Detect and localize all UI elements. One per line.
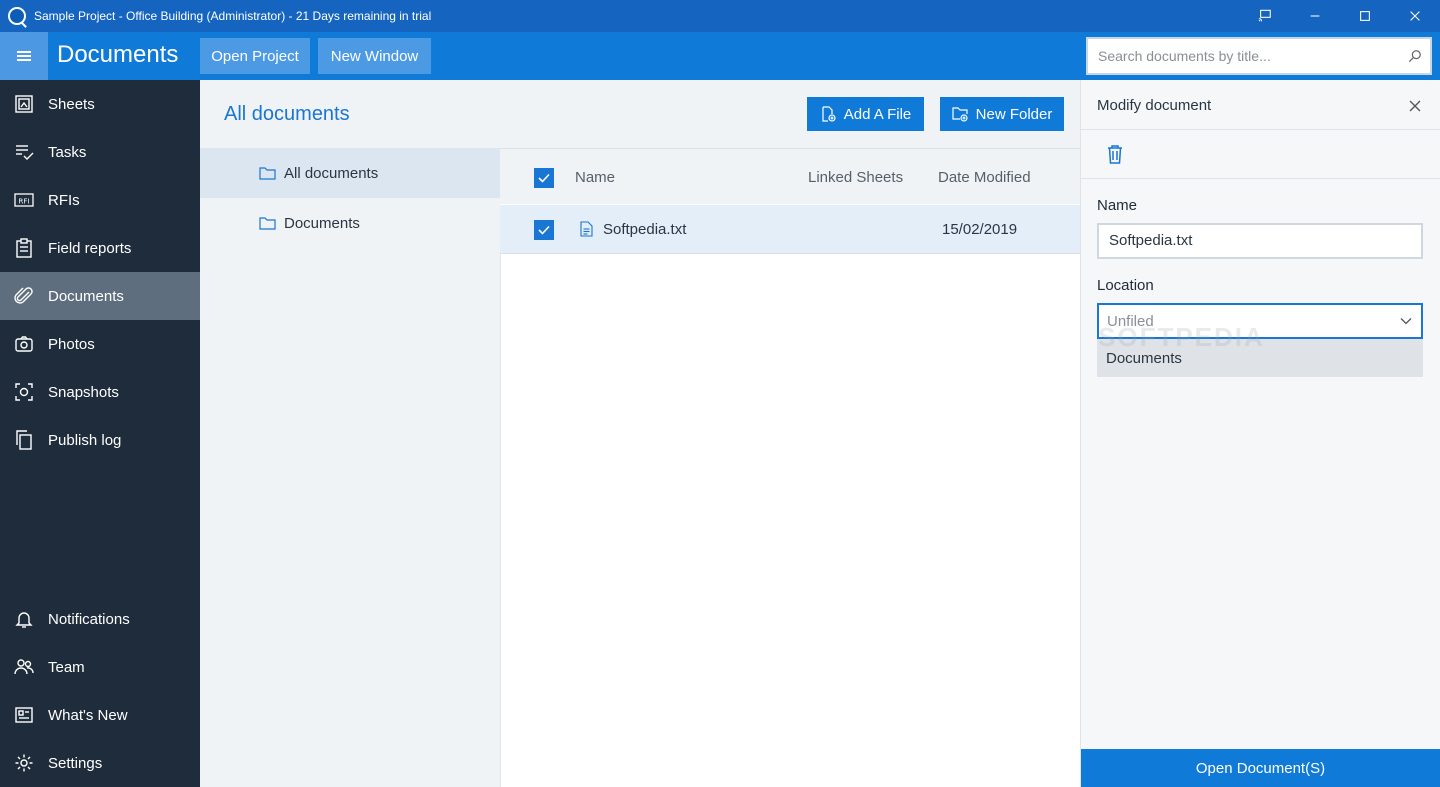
open-project-button[interactable]: Open Project bbox=[200, 38, 310, 74]
column-header-date-modified[interactable]: Date Modified bbox=[938, 169, 1031, 186]
gear-icon bbox=[0, 753, 48, 773]
new-folder-icon bbox=[952, 107, 968, 122]
sidebar-item-notifications[interactable]: Notifications bbox=[0, 595, 200, 643]
window-controls bbox=[1240, 0, 1440, 32]
sidebar-item-settings[interactable]: Settings bbox=[0, 739, 200, 787]
search-input[interactable] bbox=[1088, 39, 1400, 73]
folders-heading: All documents bbox=[224, 103, 350, 125]
table-row[interactable]: Softpedia.txt 15/02/2019 bbox=[500, 205, 1080, 254]
modify-document-panel bbox=[1080, 80, 1440, 787]
cast-icon[interactable] bbox=[1240, 0, 1290, 32]
name-label: Name bbox=[1097, 197, 1138, 214]
paperclip-icon bbox=[0, 286, 48, 306]
minimize-button[interactable] bbox=[1290, 0, 1340, 32]
chevron-down-icon bbox=[1400, 318, 1412, 325]
location-label: Location bbox=[1097, 277, 1154, 294]
svg-text:RFI: RFI bbox=[19, 198, 30, 206]
row-checkbox[interactable] bbox=[534, 220, 554, 240]
column-header-name[interactable]: Name bbox=[575, 169, 615, 186]
table-header: Name Linked Sheets Date Modified bbox=[500, 148, 1080, 204]
date-modified: 15/02/2019 bbox=[942, 221, 1018, 238]
folder-item-documents[interactable]: Documents bbox=[200, 198, 500, 248]
sidebar-item-whats-new[interactable]: What's New bbox=[0, 691, 200, 739]
maximize-button[interactable] bbox=[1340, 0, 1390, 32]
sidebar-item-label: Team bbox=[48, 658, 85, 676]
sidebar-item-field-reports[interactable]: Field reports bbox=[0, 224, 200, 272]
folder-icon bbox=[259, 166, 276, 180]
sidebar-item-label: Snapshots bbox=[48, 383, 119, 401]
sidebar-item-label: Tasks bbox=[48, 143, 87, 161]
add-file-label: Add A File bbox=[843, 105, 912, 123]
rfi-icon: RFI bbox=[0, 190, 48, 210]
divider bbox=[1081, 129, 1440, 130]
title-bar: Sample Project - Office Building (Admini… bbox=[0, 0, 1440, 32]
sidebar-item-label: What's New bbox=[48, 706, 128, 724]
tasks-icon bbox=[0, 142, 48, 162]
new-window-button[interactable]: New Window bbox=[318, 38, 431, 74]
add-file-button[interactable]: Add A File bbox=[807, 97, 924, 131]
folder-icon bbox=[259, 216, 276, 230]
bell-icon bbox=[0, 609, 48, 629]
sidebar-item-photos[interactable]: Photos bbox=[0, 320, 200, 368]
new-folder-label: New Folder bbox=[975, 105, 1053, 123]
document-list-area bbox=[500, 254, 1080, 787]
sidebar-item-team[interactable]: Team bbox=[0, 643, 200, 691]
divider bbox=[1081, 178, 1440, 179]
close-icon[interactable] bbox=[1405, 96, 1425, 116]
sidebar-item-label: Publish log bbox=[48, 431, 122, 449]
sidebar-item-label: Notifications bbox=[48, 610, 130, 628]
page-title: Documents bbox=[57, 41, 179, 68]
team-icon bbox=[0, 657, 48, 677]
sidebar-item-snapshots[interactable]: Snapshots bbox=[0, 368, 200, 416]
folder-label: All documents bbox=[284, 164, 379, 182]
sidebar-item-publish-log[interactable]: Publish log bbox=[0, 416, 200, 464]
new-folder-button[interactable]: New Folder bbox=[940, 97, 1064, 131]
sidebar-item-documents[interactable]: Documents bbox=[0, 272, 200, 320]
sidebar-item-label: Field reports bbox=[48, 239, 132, 257]
sidebar-item-label: Sheets bbox=[48, 95, 95, 113]
close-window-button[interactable] bbox=[1390, 0, 1440, 32]
app-logo-icon bbox=[8, 7, 26, 25]
snapshot-icon bbox=[0, 382, 48, 402]
add-file-icon bbox=[822, 106, 836, 122]
sidebar-item-rfis[interactable]: RFI RFIs bbox=[0, 176, 200, 224]
sidebar-item-label: Settings bbox=[48, 754, 103, 772]
clipboard-icon bbox=[0, 238, 48, 258]
news-icon bbox=[0, 705, 48, 725]
sidebar-item-label: Photos bbox=[48, 335, 95, 353]
window-title: Sample Project - Office Building (Admini… bbox=[34, 9, 432, 23]
app-header: Documents Open Project New Window bbox=[0, 32, 1440, 80]
select-all-checkbox[interactable] bbox=[534, 168, 554, 188]
trash-icon[interactable] bbox=[1104, 143, 1126, 165]
sidebar-item-sheets[interactable]: Sheets bbox=[0, 80, 200, 128]
open-documents-button[interactable]: Open Document(S) bbox=[1081, 749, 1440, 787]
camera-icon bbox=[0, 334, 48, 354]
file-name: Softpedia.txt bbox=[603, 221, 687, 238]
text-file-icon bbox=[580, 221, 593, 242]
hamburger-menu-icon[interactable] bbox=[0, 32, 48, 80]
panel-title: Modify document bbox=[1097, 97, 1212, 114]
sheets-icon bbox=[0, 94, 48, 114]
folder-item-all-documents[interactable]: All documents bbox=[200, 148, 500, 198]
sidebar-item-label: Documents bbox=[48, 287, 124, 305]
search-box bbox=[1086, 37, 1432, 75]
search-icon[interactable] bbox=[1400, 49, 1430, 63]
sidebar-item-tasks[interactable]: Tasks bbox=[0, 128, 200, 176]
column-header-linked-sheets[interactable]: Linked Sheets bbox=[808, 169, 903, 186]
sidebar-item-label: RFIs bbox=[48, 191, 80, 209]
folder-label: Documents bbox=[284, 214, 360, 232]
copy-icon bbox=[0, 430, 48, 450]
name-field[interactable]: Softpedia.txt bbox=[1097, 223, 1423, 259]
watermark: SOFTPEDIA bbox=[1098, 322, 1265, 352]
